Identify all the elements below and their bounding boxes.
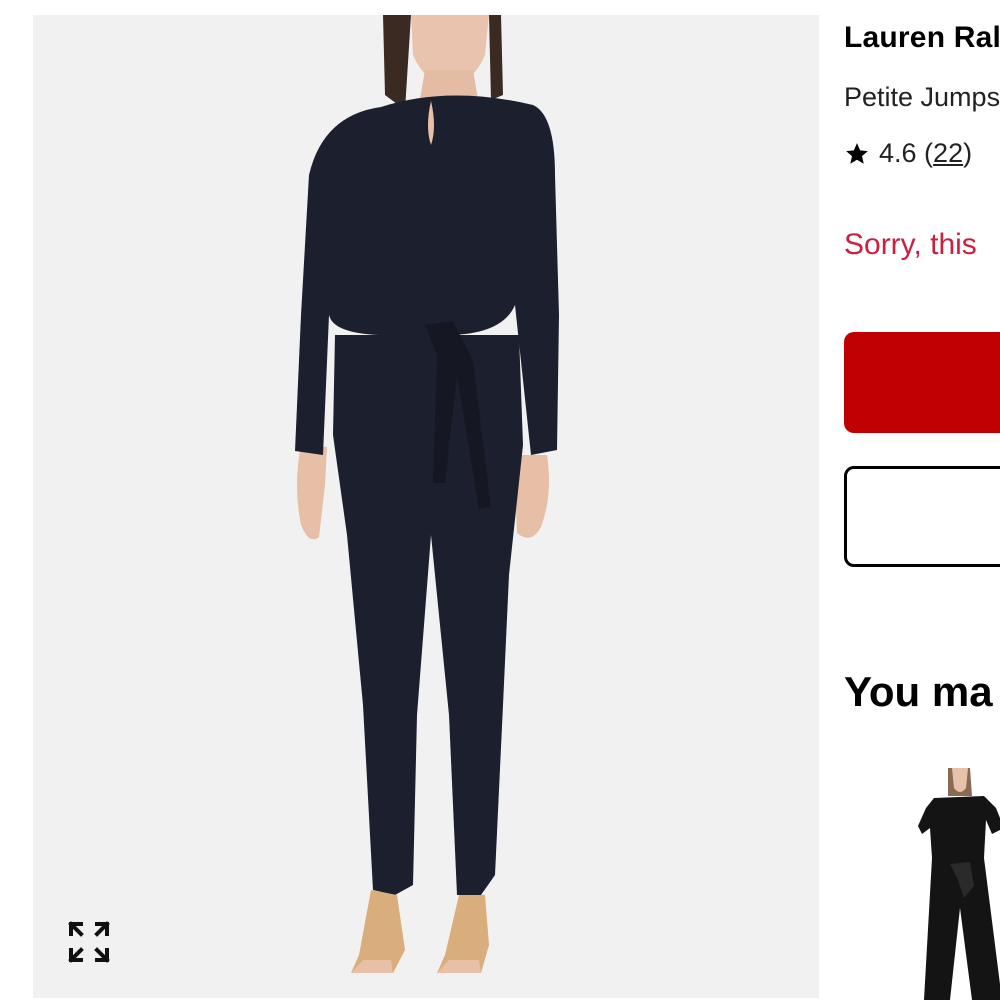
review-count-close-paren: ) <box>963 138 973 168</box>
brand-name[interactable]: Lauren Ral <box>844 21 1000 55</box>
recommendations-heading: You ma <box>844 668 993 715</box>
product-image-panel[interactable] <box>33 15 819 998</box>
recommendation-item[interactable] <box>914 768 1000 1000</box>
expand-image-button[interactable] <box>67 920 111 964</box>
secondary-action-button[interactable] <box>844 466 1000 567</box>
product-page: Lauren Ral Petite Jumps 4.6 (22) Sorry, … <box>0 0 1000 1000</box>
expand-arrows-icon <box>68 921 110 963</box>
product-info-panel: Lauren Ral Petite Jumps 4.6 (22) Sorry, … <box>844 0 1000 1000</box>
review-count-open-paren: ( <box>916 138 934 168</box>
recommendation-image <box>918 768 1000 1000</box>
review-count-link[interactable]: 22 <box>933 138 963 169</box>
primary-action-button[interactable] <box>844 332 1000 433</box>
rating-value: 4.6 <box>879 138 917 168</box>
availability-message: Sorry, this <box>844 228 977 261</box>
product-image <box>295 15 559 973</box>
star-icon <box>846 142 868 164</box>
product-title: Petite Jumps <box>844 82 1000 112</box>
product-rating[interactable]: 4.6 (22) <box>844 138 972 169</box>
